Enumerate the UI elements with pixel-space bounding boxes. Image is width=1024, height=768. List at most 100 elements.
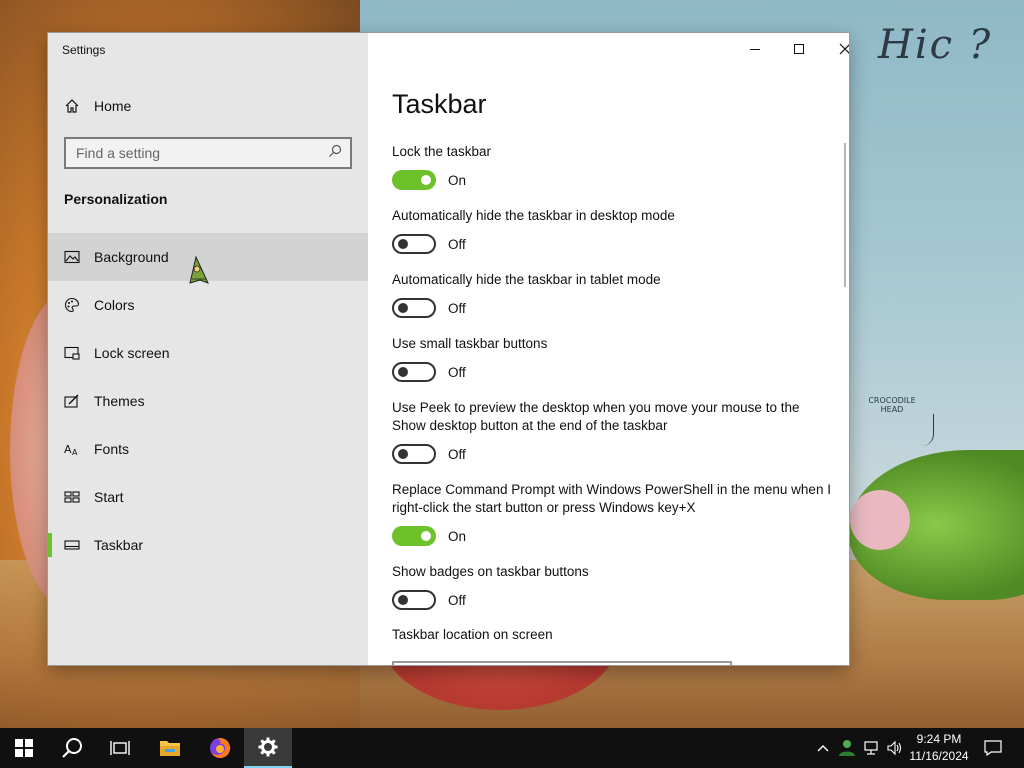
clock-date: 11/16/2024 [909, 749, 969, 763]
minimize-icon [750, 48, 760, 50]
settings-taskbar-button[interactable] [244, 728, 292, 768]
powershell-toggle[interactable] [392, 526, 436, 546]
toggle-state: Off [448, 446, 466, 462]
sidebar-item-label: Colors [94, 297, 135, 313]
scrollbar[interactable] [844, 143, 846, 287]
notification-icon [984, 740, 1002, 756]
sidebar-item-colors[interactable]: Colors [48, 281, 368, 329]
sidebar-item-label: Themes [94, 393, 145, 409]
sidebar-item-label: Lock screen [94, 345, 170, 361]
wallpaper-croc-note: CROCODILE HEAD [868, 396, 916, 414]
home-label: Home [94, 98, 132, 114]
sidebar-item-label: Fonts [94, 441, 130, 457]
taskbar-location-label: Taskbar location on screen [392, 627, 553, 642]
task-view-icon [110, 741, 130, 755]
sidebar: Settings Home Personalization Background [48, 33, 368, 665]
setting-lock-taskbar: Lock the taskbar On [392, 143, 832, 190]
autohide-tablet-toggle[interactable] [392, 298, 436, 318]
chevron-up-icon [817, 745, 829, 752]
wallpaper-crocodile-mouth [850, 490, 910, 550]
start-button[interactable] [0, 728, 48, 768]
search-box[interactable] [64, 137, 352, 169]
toggle-state: On [448, 528, 467, 544]
file-explorer-button[interactable] [146, 728, 194, 768]
svg-text:A: A [72, 448, 78, 457]
badges-toggle[interactable] [392, 590, 436, 610]
fonts-icon: AA [64, 441, 80, 457]
peek-toggle[interactable] [392, 444, 436, 464]
toggle-state: Off [448, 300, 466, 316]
minimize-button[interactable] [732, 33, 778, 65]
setting-label: Use Peek to preview the desktop when you… [392, 400, 800, 433]
themes-icon [64, 393, 80, 409]
search-icon [62, 738, 82, 758]
search-icon[interactable] [328, 144, 342, 163]
setting-powershell: Replace Command Prompt with Windows Powe… [392, 481, 832, 546]
tray-user-icon [839, 740, 855, 756]
window-title: Settings [62, 43, 106, 57]
action-center-button[interactable] [978, 728, 1008, 768]
setting-label: Use small taskbar buttons [392, 336, 548, 351]
maximize-icon [794, 44, 804, 54]
home-link[interactable]: Home [64, 95, 131, 117]
taskbar: 9:24 PM 11/16/2024 [0, 728, 1024, 768]
small-buttons-toggle[interactable] [392, 362, 436, 382]
settings-list: Lock the taskbar On Automatically hide t… [392, 143, 832, 642]
toggle-state: Off [448, 364, 466, 380]
close-icon [839, 43, 849, 55]
toggle-state: Off [448, 236, 466, 252]
sidebar-item-fonts[interactable]: AA Fonts [48, 425, 368, 473]
wallpaper-arrow [920, 414, 934, 446]
firefox-button[interactable] [196, 728, 244, 768]
maximize-button[interactable] [776, 33, 822, 65]
page-title: Taskbar [392, 89, 487, 119]
image-icon [64, 249, 80, 265]
task-view-button[interactable] [96, 728, 144, 768]
setting-autohide-tablet: Automatically hide the taskbar in tablet… [392, 271, 832, 318]
autohide-desktop-toggle[interactable] [392, 234, 436, 254]
setting-label: Automatically hide the taskbar in deskto… [392, 208, 675, 223]
setting-badges: Show badges on taskbar buttons Off [392, 563, 832, 610]
sidebar-item-taskbar[interactable]: Taskbar [48, 521, 368, 569]
network-icon [864, 741, 878, 755]
sidebar-item-lock-screen[interactable]: Lock screen [48, 329, 368, 377]
section-title: Personalization [64, 191, 168, 207]
firefox-icon [210, 737, 231, 758]
close-button[interactable] [822, 33, 849, 65]
setting-autohide-desktop: Automatically hide the taskbar in deskto… [392, 207, 832, 254]
settings-window: Settings Home Personalization Background [48, 33, 849, 665]
sidebar-item-label: Taskbar [94, 537, 144, 553]
file-explorer-icon [160, 741, 180, 756]
taskbar-location-dropdown[interactable] [392, 661, 732, 665]
search-button[interactable] [48, 728, 96, 768]
svg-text:A: A [64, 443, 72, 456]
wallpaper-hic-text: Hic ? [878, 22, 993, 68]
sidebar-item-label: Start [94, 489, 124, 505]
sidebar-item-themes[interactable]: Themes [48, 377, 368, 425]
settings-gear-icon [258, 737, 278, 757]
start-icon [64, 489, 80, 505]
network-button[interactable] [860, 728, 882, 768]
clock[interactable]: 9:24 PM 11/16/2024 [900, 731, 978, 765]
taskbar-icon [64, 537, 80, 553]
home-icon [64, 98, 80, 114]
search-input[interactable] [76, 145, 316, 161]
lock-taskbar-toggle[interactable] [392, 170, 436, 190]
palette-icon [64, 297, 80, 313]
setting-label: Lock the taskbar [392, 144, 492, 159]
sidebar-item-label: Background [94, 249, 169, 265]
windows-start-icon [15, 739, 33, 757]
setting-small-buttons: Use small taskbar buttons Off [392, 335, 832, 382]
main-content: Taskbar Lock the taskbar On Automaticall… [368, 33, 849, 665]
tray-app-button[interactable] [836, 728, 858, 768]
sidebar-item-start[interactable]: Start [48, 473, 368, 521]
show-hidden-icons-button[interactable] [812, 728, 834, 768]
clock-time: 9:24 PM [916, 732, 962, 746]
setting-label: Automatically hide the taskbar in tablet… [392, 272, 661, 287]
toggle-state: Off [448, 592, 466, 608]
lock-screen-icon [64, 345, 80, 361]
toggle-state: On [448, 172, 467, 188]
mouse-cursor-icon [189, 255, 209, 284]
setting-label: Replace Command Prompt with Windows Powe… [392, 482, 831, 515]
setting-peek: Use Peek to preview the desktop when you… [392, 399, 832, 464]
